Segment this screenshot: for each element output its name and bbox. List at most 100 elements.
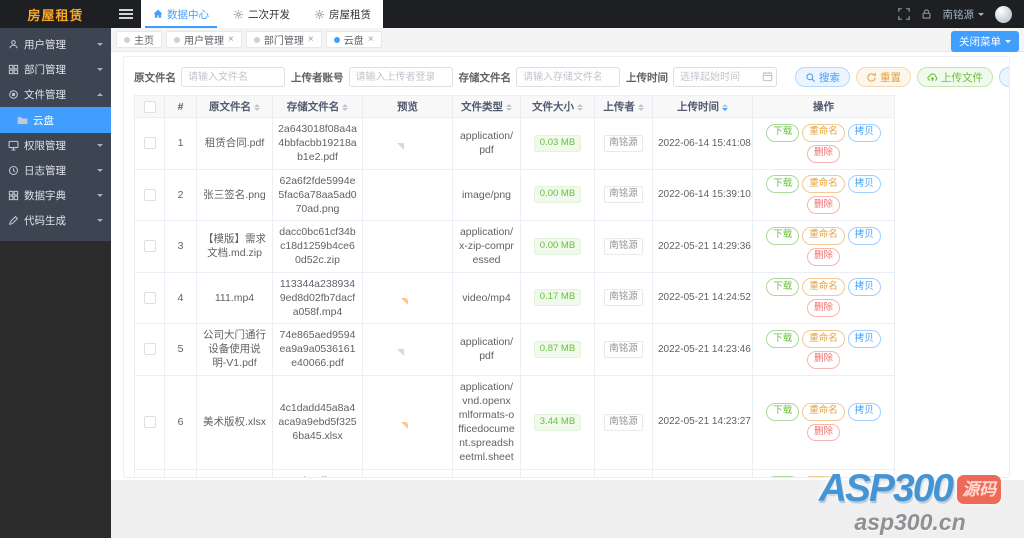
copy-button[interactable]: 拷贝 xyxy=(847,475,881,477)
column-header[interactable]: 上传时间 xyxy=(652,95,753,118)
rename-button[interactable]: 重命名 xyxy=(802,175,845,194)
column-header[interactable]: 上传者 xyxy=(594,95,653,118)
page-tab[interactable]: 部门管理 × xyxy=(245,31,322,48)
sidebar-item[interactable]: 代码生成 xyxy=(0,208,111,233)
avatar[interactable] xyxy=(995,5,1012,23)
sidebar-item[interactable]: 权限管理 xyxy=(0,133,111,158)
delete-button[interactable]: 删除 xyxy=(806,144,840,163)
upload-file-button[interactable]: 上传文件 xyxy=(917,67,993,87)
row-checkbox[interactable] xyxy=(143,137,156,150)
rename-button[interactable]: 重命名 xyxy=(802,330,845,348)
top-nav-tab[interactable]: 数据中心 xyxy=(141,0,221,28)
page-tab[interactable]: 用户管理 × xyxy=(166,31,242,48)
row-checkbox[interactable] xyxy=(143,240,156,253)
sort-icon[interactable] xyxy=(506,101,512,114)
close-tab-icon[interactable]: × xyxy=(308,34,314,45)
sort-icon[interactable] xyxy=(722,101,728,114)
copy-button[interactable]: 拷贝 xyxy=(847,330,881,348)
row-checkbox[interactable] xyxy=(143,188,156,201)
column-header[interactable]: 文件类型 xyxy=(452,95,521,118)
close-menu-button[interactable]: 关闭菜单 xyxy=(951,31,1019,52)
delete-button[interactable]: 删除 xyxy=(806,423,840,442)
download-button[interactable]: 下载 xyxy=(766,475,800,477)
filter-input[interactable] xyxy=(181,67,285,87)
sort-icon[interactable] xyxy=(637,101,644,114)
delete-button[interactable]: 删除 xyxy=(806,299,840,318)
gear-icon xyxy=(314,9,325,20)
uploader-badge: 南铭源 xyxy=(604,289,643,307)
filter-input[interactable] xyxy=(516,67,620,87)
filter-input[interactable] xyxy=(673,67,777,87)
close-tab-icon[interactable]: × xyxy=(228,34,234,45)
delete-button[interactable]: 删除 xyxy=(806,350,840,369)
fullscreen-icon[interactable] xyxy=(897,8,910,20)
sort-icon[interactable] xyxy=(577,101,583,114)
download-button[interactable]: 下载 xyxy=(766,402,800,421)
row-checkbox[interactable] xyxy=(143,291,156,304)
tab-dot-icon xyxy=(333,36,340,43)
sidebar-item[interactable]: 文件管理 xyxy=(0,82,111,107)
search-button[interactable]: 搜索 xyxy=(795,67,850,87)
chevron-down-icon xyxy=(978,12,984,19)
sidebar-subitem[interactable]: 云盘 xyxy=(0,107,111,133)
config-button[interactable]: 配置 xyxy=(999,67,1009,87)
sidebar-item[interactable]: 数据字典 xyxy=(0,183,111,208)
delete-button[interactable]: 删除 xyxy=(806,196,840,215)
upload-time: 2022-05-21 14:23:46 xyxy=(658,343,751,355)
file-size-badge: 0.03 MB xyxy=(533,134,582,152)
rename-button[interactable]: 重命名 xyxy=(802,402,845,421)
folder-icon xyxy=(17,115,28,126)
sort-icon[interactable] xyxy=(342,101,349,114)
row-checkbox[interactable] xyxy=(143,343,156,356)
download-button[interactable]: 下载 xyxy=(766,175,800,194)
top-nav-tab[interactable]: 房屋租赁 xyxy=(302,0,383,28)
filter-input[interactable] xyxy=(348,67,453,87)
column-header[interactable]: 原文件名 xyxy=(196,95,273,118)
select-all-checkbox[interactable] xyxy=(143,100,156,113)
download-button[interactable]: 下载 xyxy=(766,330,800,348)
file-type: application/pdf xyxy=(459,336,514,363)
rename-button[interactable]: 重命名 xyxy=(802,278,845,297)
delete-button[interactable]: 删除 xyxy=(806,247,840,266)
hamburger-menu-icon[interactable] xyxy=(111,0,141,28)
select-all-header[interactable] xyxy=(134,95,165,118)
user-menu[interactable]: 南铭源 xyxy=(943,7,984,22)
copy-button[interactable]: 拷贝 xyxy=(847,278,881,297)
download-button[interactable]: 下载 xyxy=(766,278,800,297)
row-checkbox[interactable] xyxy=(143,416,156,429)
copy-button[interactable]: 拷贝 xyxy=(847,402,881,421)
sidebar-item[interactable]: 用户管理 xyxy=(0,32,111,57)
top-nav-tab[interactable]: 二次开发 xyxy=(221,0,302,28)
row-index: 1 xyxy=(177,137,184,150)
column-header[interactable]: 存储文件名 xyxy=(272,95,363,118)
chevron-down-icon xyxy=(1005,40,1011,46)
column-header[interactable]: 文件大小 xyxy=(520,95,595,118)
page-tab[interactable]: 主页 xyxy=(116,31,162,48)
pencil-icon xyxy=(8,215,19,226)
file-size-badge: 0.17 MB xyxy=(533,289,582,307)
rename-button[interactable]: 重命名 xyxy=(802,475,845,477)
copy-button[interactable]: 拷贝 xyxy=(847,175,881,194)
copy-button[interactable]: 拷贝 xyxy=(847,226,881,245)
sidebar-item[interactable]: 部门管理 xyxy=(0,57,111,82)
page-tab[interactable]: 云盘 × xyxy=(325,31,382,48)
sidebar-item[interactable]: 日志管理 xyxy=(0,158,111,183)
download-button[interactable]: 下载 xyxy=(766,226,800,245)
table-header-row: # 原文件名 存储文件名 预览 文件类型 文件大小 上传者 上传时间 操作 xyxy=(134,95,895,118)
close-tab-icon[interactable]: × xyxy=(368,34,374,45)
main-content: 主页 用户管理 × 部门管理 × 云盘 × 关闭菜单 原文件名 上传者账号 xyxy=(111,28,1024,538)
rename-button[interactable]: 重命名 xyxy=(802,226,845,245)
cloud-disk-panel: 原文件名 上传者账号 存储文件名 上传时间 xyxy=(123,56,1010,478)
filter-group: 原文件名 xyxy=(134,67,285,87)
reset-button[interactable]: 重置 xyxy=(856,67,911,87)
rename-button[interactable]: 重命名 xyxy=(802,123,845,142)
file-size-badge: 0.87 MB xyxy=(533,340,582,358)
lock-icon[interactable] xyxy=(921,8,932,20)
page-tab-bar: 主页 用户管理 × 部门管理 × 云盘 × 关闭菜单 xyxy=(111,28,1024,52)
copy-button[interactable]: 拷贝 xyxy=(847,123,881,142)
gear-icon xyxy=(233,9,244,20)
grid-icon xyxy=(8,190,19,201)
download-button[interactable]: 下载 xyxy=(766,123,800,142)
sort-icon[interactable] xyxy=(254,101,260,114)
file-size-badge: 0.00 MB xyxy=(533,186,582,204)
